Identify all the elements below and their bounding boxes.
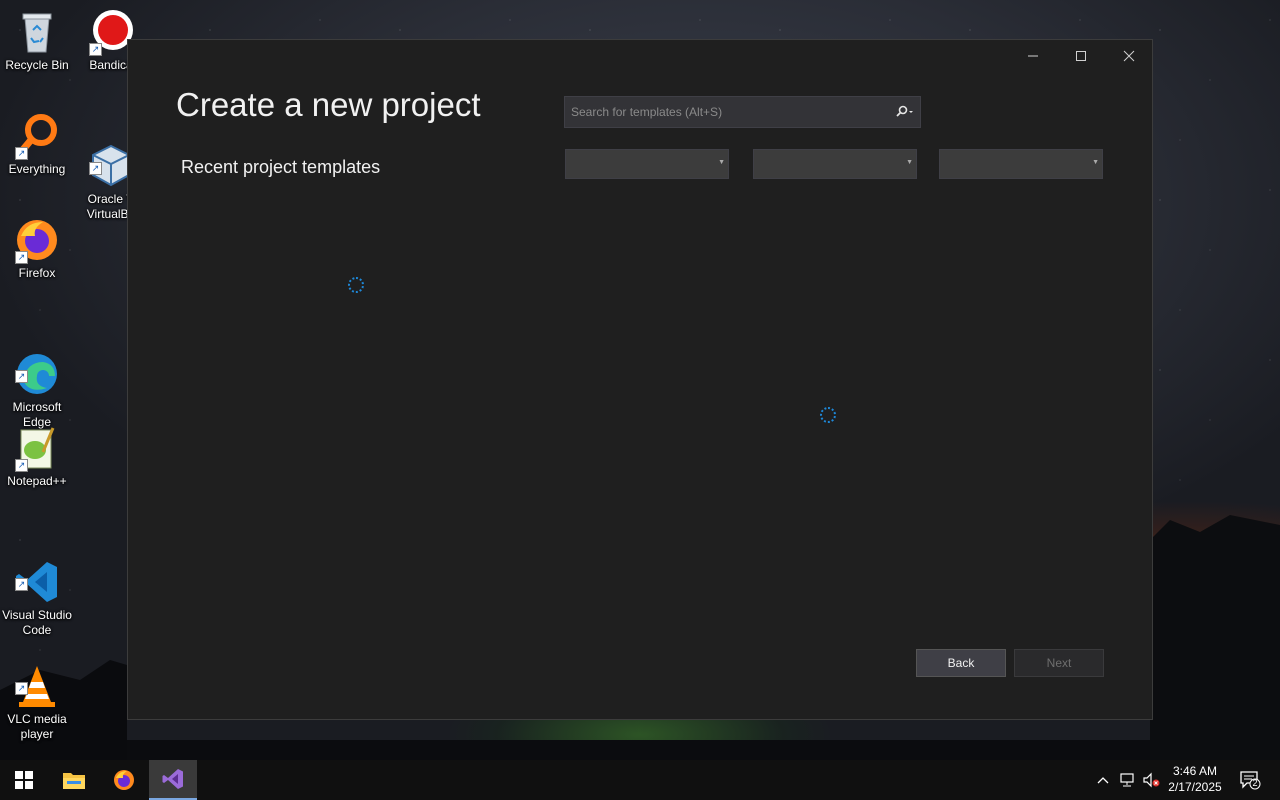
- desktop-icon-label: Recycle Bin: [5, 58, 69, 72]
- chevron-up-icon: [1097, 777, 1109, 784]
- file-explorer-icon: [63, 773, 85, 789]
- visual-studio-icon: [162, 769, 183, 789]
- shortcut-arrow-icon: ↗: [15, 251, 28, 264]
- notification-count-badge: 2: [1252, 778, 1258, 788]
- next-button[interactable]: Next: [1014, 649, 1104, 677]
- desktop-icon-label: VLC media player: [7, 712, 67, 741]
- desktop-icon-notepadpp[interactable]: ↗ Notepad++: [0, 424, 74, 489]
- taskbar: 3:46 AM 2/17/2025 2: [0, 760, 1280, 800]
- close-button[interactable]: [1106, 40, 1152, 72]
- maximize-icon: [1076, 51, 1086, 61]
- desktop-icon-label: Everything: [8, 162, 66, 176]
- shortcut-arrow-icon: ↗: [89, 43, 102, 56]
- template-search-input[interactable]: [565, 97, 890, 127]
- desktop-icon-recycle-bin[interactable]: Recycle Bin: [0, 8, 74, 73]
- desktop-icon-vlc[interactable]: ↗ VLC media player: [0, 632, 74, 757]
- shortcut-arrow-icon: ↗: [15, 459, 28, 472]
- shortcut-arrow-icon: ↗: [15, 147, 28, 160]
- clock-date: 2/17/2025: [1168, 780, 1222, 794]
- shortcut-arrow-icon: ↗: [15, 370, 28, 383]
- maximize-button[interactable]: [1058, 40, 1104, 72]
- create-project-dialog: Create a new project Recent project temp…: [127, 39, 1153, 720]
- chevron-down-icon: ▼: [718, 159, 725, 166]
- shortcut-arrow-icon: ↗: [15, 578, 28, 591]
- taskbar-firefox[interactable]: [100, 760, 148, 800]
- action-center-button[interactable]: 2: [1238, 770, 1262, 790]
- show-hidden-icons-button[interactable]: [1093, 770, 1113, 790]
- desktop-icon-everything[interactable]: ↗ Everything: [0, 112, 74, 177]
- clock-time: 3:46 AM: [1172, 764, 1218, 778]
- taskbar-clock[interactable]: 3:46 AM 2/17/2025: [1162, 763, 1228, 795]
- edge-icon: ↗: [13, 335, 61, 394]
- desktop-icon-firefox[interactable]: ↗ Firefox: [0, 216, 74, 281]
- minimize-button[interactable]: [1010, 40, 1056, 72]
- recycle-bin-icon: [13, 8, 61, 56]
- back-button[interactable]: Back: [916, 649, 1006, 677]
- chevron-down-icon: ▼: [1092, 159, 1099, 166]
- search-icon: [896, 105, 913, 117]
- minimize-icon: [1028, 55, 1038, 57]
- recent-templates-heading: Recent project templates: [181, 157, 381, 177]
- search-options-button[interactable]: [890, 97, 920, 127]
- page-title: Create a new project: [176, 86, 481, 123]
- templates-loading-spinner-icon: [820, 407, 836, 423]
- firefox-icon: ↗: [13, 216, 61, 264]
- template-search-box[interactable]: [564, 96, 921, 128]
- shortcut-arrow-icon: ↗: [15, 682, 28, 695]
- everything-search-icon: ↗: [13, 112, 61, 160]
- windows-logo-icon: [15, 771, 33, 789]
- taskbar-visual-studio[interactable]: [149, 760, 197, 800]
- firefox-icon: [114, 770, 134, 790]
- volume-muted-icon: [1143, 772, 1160, 788]
- shortcut-arrow-icon: ↗: [89, 162, 102, 175]
- volume-tray-button[interactable]: [1141, 770, 1161, 790]
- network-tray-button[interactable]: [1117, 770, 1137, 790]
- language-filter-dropdown[interactable]: ▼: [565, 149, 729, 179]
- desktop-icon-label: Firefox: [18, 266, 56, 280]
- vlc-icon: ↗: [13, 647, 61, 707]
- start-button[interactable]: [0, 760, 48, 800]
- project-type-filter-dropdown[interactable]: ▼: [939, 149, 1103, 179]
- notepadpp-icon: ↗: [13, 424, 61, 472]
- taskbar-file-explorer[interactable]: [50, 760, 98, 800]
- vscode-icon: ↗: [13, 543, 61, 602]
- recent-templates-loading-spinner-icon: [348, 277, 364, 293]
- close-icon: [1123, 50, 1135, 62]
- platform-filter-dropdown[interactable]: ▼: [753, 149, 917, 179]
- desktop-icon-label: Notepad++: [7, 474, 67, 488]
- chevron-down-icon: ▼: [906, 159, 913, 166]
- network-icon: [1120, 773, 1134, 787]
